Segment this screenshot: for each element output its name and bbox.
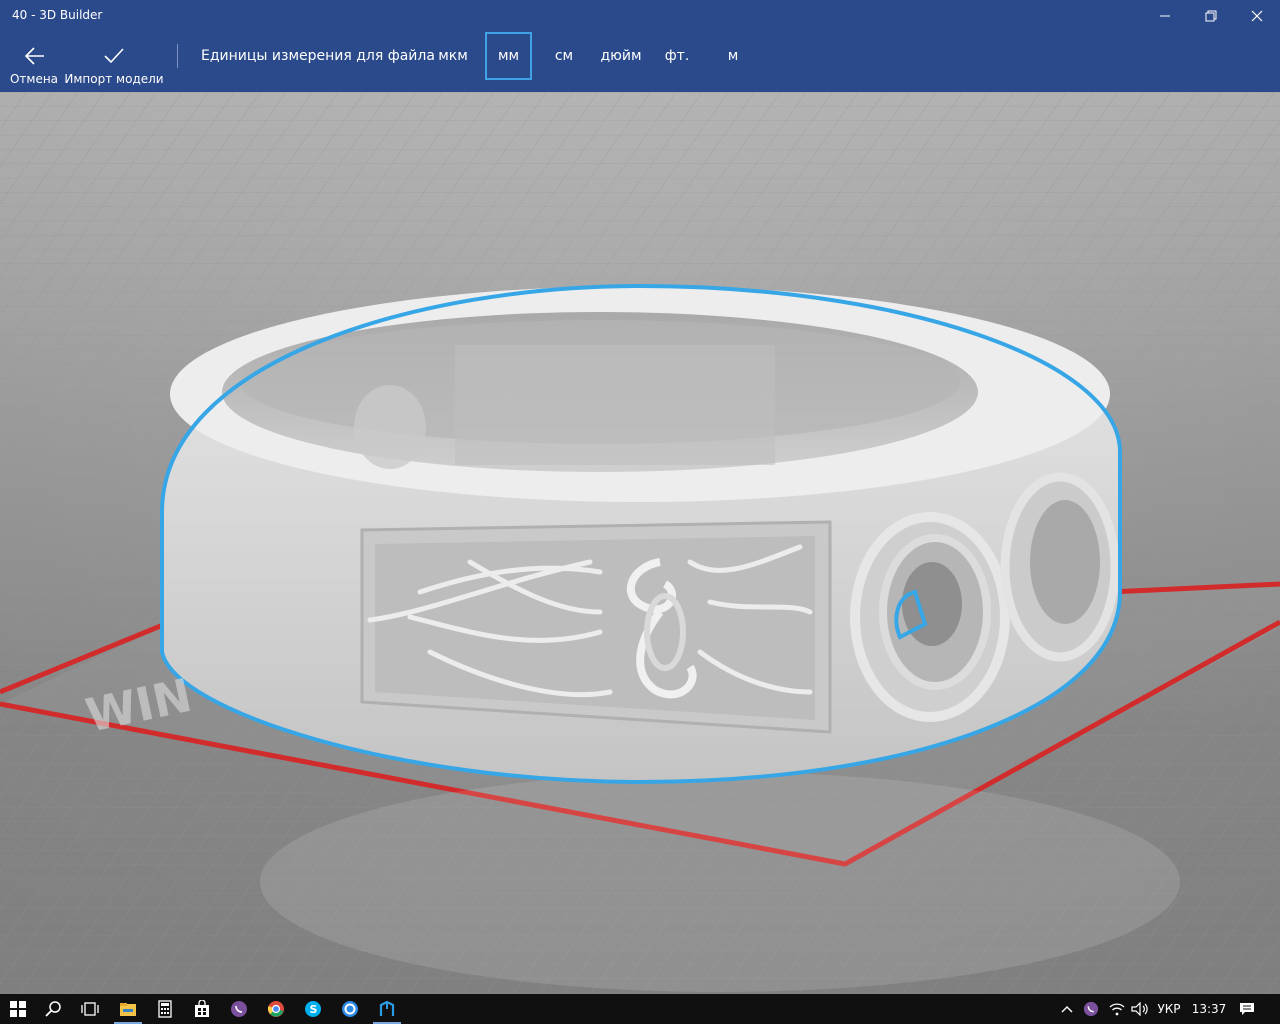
clock[interactable]: 13:37 bbox=[1190, 994, 1228, 1024]
unit-option-mm[interactable]: мм bbox=[485, 32, 532, 80]
tray-network[interactable] bbox=[1106, 994, 1128, 1024]
wifi-icon bbox=[1109, 1003, 1125, 1016]
title-bar: 40 - 3D Builder bbox=[0, 0, 1280, 32]
tray-volume[interactable] bbox=[1129, 994, 1151, 1024]
ring-inner-engraving bbox=[455, 345, 775, 465]
restore-icon bbox=[1205, 10, 1217, 22]
window-title: 40 - 3D Builder bbox=[12, 8, 103, 22]
command-separator bbox=[177, 44, 178, 68]
stone-setting-front bbox=[850, 512, 1010, 722]
unit-option-um[interactable]: мкм bbox=[430, 32, 476, 80]
show-hidden-icons-button[interactable] bbox=[1058, 994, 1076, 1024]
taskbar: S УКР 13:37 bbox=[0, 994, 1280, 1024]
taskbar-3d-builder[interactable] bbox=[369, 994, 405, 1024]
search-button[interactable] bbox=[36, 994, 72, 1024]
ring-inner-bump bbox=[354, 385, 426, 469]
ring-reflection bbox=[260, 772, 1180, 992]
windows-logo-icon bbox=[10, 1001, 26, 1017]
taskbar-settings-app[interactable] bbox=[332, 994, 368, 1024]
settings-app-icon bbox=[342, 1001, 358, 1017]
scene-canvas[interactable]: WIN bbox=[0, 92, 1280, 994]
taskbar-file-explorer[interactable] bbox=[110, 994, 146, 1024]
tray-viber[interactable] bbox=[1080, 994, 1102, 1024]
close-button[interactable] bbox=[1234, 0, 1280, 32]
import-model-button[interactable]: Импорт модели bbox=[64, 32, 164, 92]
task-view-icon bbox=[81, 1002, 99, 1016]
minimize-icon bbox=[1160, 15, 1170, 17]
chevron-up-icon bbox=[1061, 1006, 1073, 1013]
start-button[interactable] bbox=[0, 994, 36, 1024]
viber-icon bbox=[231, 1001, 247, 1017]
taskbar-skype[interactable]: S bbox=[295, 994, 331, 1024]
unit-option-inch[interactable]: дюйм bbox=[594, 32, 648, 80]
taskbar-calculator[interactable] bbox=[147, 994, 183, 1024]
action-center-button[interactable] bbox=[1234, 994, 1260, 1024]
close-icon bbox=[1251, 10, 1263, 22]
task-view-button[interactable] bbox=[72, 994, 108, 1024]
viber-tray-icon bbox=[1083, 1001, 1099, 1017]
taskbar-store[interactable] bbox=[184, 994, 220, 1024]
unit-option-cm[interactable]: см bbox=[542, 32, 586, 80]
svg-text:S: S bbox=[310, 1003, 318, 1016]
skype-icon: S bbox=[305, 1001, 321, 1017]
unit-option-ft[interactable]: фт. bbox=[655, 32, 699, 80]
restore-button[interactable] bbox=[1188, 0, 1234, 32]
units-label: Единицы измерения для файла bbox=[201, 48, 435, 64]
file-explorer-icon bbox=[120, 1003, 136, 1016]
input-language-indicator[interactable]: УКР bbox=[1152, 994, 1186, 1024]
3d-viewport[interactable]: WIN bbox=[0, 92, 1280, 994]
import-model-label: Импорт модели bbox=[64, 72, 164, 86]
speaker-icon bbox=[1131, 1002, 1148, 1016]
3d-builder-icon bbox=[379, 1000, 395, 1016]
cancel-label: Отмена bbox=[9, 72, 59, 86]
search-icon bbox=[45, 1001, 61, 1017]
taskbar-viber[interactable] bbox=[221, 994, 257, 1024]
stone-setting-side bbox=[1000, 472, 1120, 662]
taskbar-chrome[interactable] bbox=[258, 994, 294, 1024]
chrome-icon bbox=[268, 1001, 284, 1017]
cancel-button[interactable]: Отмена bbox=[8, 32, 60, 92]
calculator-icon bbox=[158, 1000, 172, 1018]
store-icon bbox=[195, 1000, 209, 1017]
notifications-icon bbox=[1240, 1003, 1254, 1015]
minimize-button[interactable] bbox=[1142, 0, 1188, 32]
back-arrow-icon bbox=[24, 47, 44, 65]
unit-option-m[interactable]: м bbox=[711, 32, 755, 80]
import-command-bar: Отмена Импорт модели Единицы измерения д… bbox=[0, 32, 1280, 92]
checkmark-icon bbox=[104, 48, 124, 64]
